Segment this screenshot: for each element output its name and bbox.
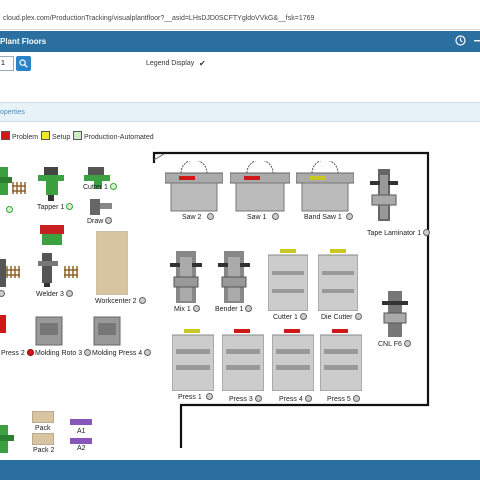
machine-cutter-1-right[interactable] [268, 249, 308, 311]
machine-band-saw-1[interactable] [296, 161, 354, 213]
machine-saw-1[interactable] [230, 161, 290, 213]
machine-label[interactable]: Bender 1 [215, 305, 253, 313]
machine-label[interactable]: Molding Press 4 [92, 349, 152, 357]
machine-label[interactable]: Pack [35, 425, 51, 432]
machine-label[interactable]: Molding Roto 3 [35, 349, 92, 357]
machine-molding-press-4[interactable] [92, 315, 122, 347]
machine-red-unit[interactable] [40, 225, 64, 247]
machine-draw[interactable] [86, 195, 114, 217]
machine-label[interactable]: Press 1 [178, 393, 213, 401]
machine-label[interactable]: Band Saw 1 [304, 213, 353, 221]
machine-press-1[interactable] [172, 329, 214, 391]
machine-left-edge[interactable] [0, 163, 12, 207]
machine-label[interactable]: A1 [77, 428, 86, 435]
app-header: Plant Floors [0, 31, 480, 52]
machine-press-2-body[interactable] [0, 315, 6, 335]
legend-display-checkbox[interactable]: ✔ [199, 59, 206, 68]
machine-label[interactable]: Draw [87, 217, 113, 225]
machine-pack-2[interactable] [32, 433, 54, 445]
properties-bar[interactable]: operties [0, 102, 480, 122]
plant-input[interactable]: 1 [0, 56, 14, 71]
machine-a1[interactable] [70, 419, 92, 427]
machine-label[interactable]: Workcenter 2 [95, 297, 146, 305]
machine-press-4[interactable] [272, 329, 314, 391]
machine-label[interactable]: Welder 3 [36, 290, 73, 298]
machine-label[interactable]: Mix 1 [174, 305, 200, 313]
legend-setup: Setup [41, 131, 70, 141]
toolbar: 1 Legend Display ✔ [0, 52, 480, 74]
legend-display-label: Legend Display [146, 60, 195, 67]
machine-label[interactable]: Tapper 1 [37, 203, 74, 211]
search-icon [19, 59, 28, 68]
bottom-bar [0, 460, 480, 480]
pallet-icon [12, 182, 26, 194]
machine-label[interactable]: Die Cutter [321, 313, 362, 321]
machine-label[interactable]: Press 4 [279, 395, 312, 403]
plant-floor-canvas: Tapper 1 Cutter 1 Draw Welder 3 Workcent… [0, 143, 480, 460]
pallet-icon [6, 266, 20, 278]
status-dot[interactable] [0, 290, 5, 298]
status-dot[interactable] [6, 206, 13, 214]
menu-icon[interactable] [474, 35, 480, 49]
properties-label[interactable]: operties [0, 109, 25, 116]
machine-pack[interactable] [32, 411, 54, 423]
machine-label[interactable]: Pack 2 [33, 447, 54, 454]
pallet-icon [64, 266, 78, 278]
machine-die-cutter[interactable] [318, 249, 358, 311]
machine-tapper-1[interactable] [36, 165, 66, 201]
machine-mix-1[interactable] [168, 249, 204, 305]
machine-press-5[interactable] [320, 329, 362, 391]
page-title: Plant Floors [0, 37, 47, 46]
machine-workcenter-2[interactable] [96, 231, 128, 295]
machine-molding-roto-3[interactable] [34, 315, 64, 347]
machine-label[interactable]: Tape Laminator 1 [367, 229, 431, 237]
machine-label[interactable]: Cutter 1 [273, 313, 307, 321]
clock-icon[interactable] [455, 35, 466, 49]
machine-label[interactable]: A2 [77, 445, 86, 452]
machine-tape-laminator-1[interactable] [368, 167, 400, 225]
legend-problem: Problem [1, 131, 38, 141]
machine-bender-1[interactable] [216, 249, 252, 305]
machine-label[interactable]: Saw 1 [247, 213, 280, 221]
machine-welder-3[interactable] [36, 251, 60, 287]
machine-press-3[interactable] [222, 329, 264, 391]
legend-production-automated: Production-Automated [73, 131, 154, 141]
machine-bottom-left[interactable] [0, 421, 14, 457]
machine-label[interactable]: Saw 2 [182, 213, 215, 221]
url-text[interactable]: cloud.plex.com/ProductionTracking/visual… [3, 15, 314, 22]
search-button[interactable] [16, 56, 31, 71]
machine-label[interactable]: Cutter 1 [83, 183, 117, 191]
browser-url-bar[interactable]: cloud.plex.com/ProductionTracking/visual… [0, 10, 480, 30]
machine-label[interactable]: Press 5 [327, 395, 360, 403]
machine-cnl-f6[interactable] [380, 289, 410, 339]
machine-label[interactable]: CNL F6 [378, 340, 411, 348]
machine-label[interactable]: Press 2 [1, 349, 34, 357]
machine-label[interactable]: Press 3 [229, 395, 262, 403]
machine-saw-2[interactable] [165, 161, 223, 213]
